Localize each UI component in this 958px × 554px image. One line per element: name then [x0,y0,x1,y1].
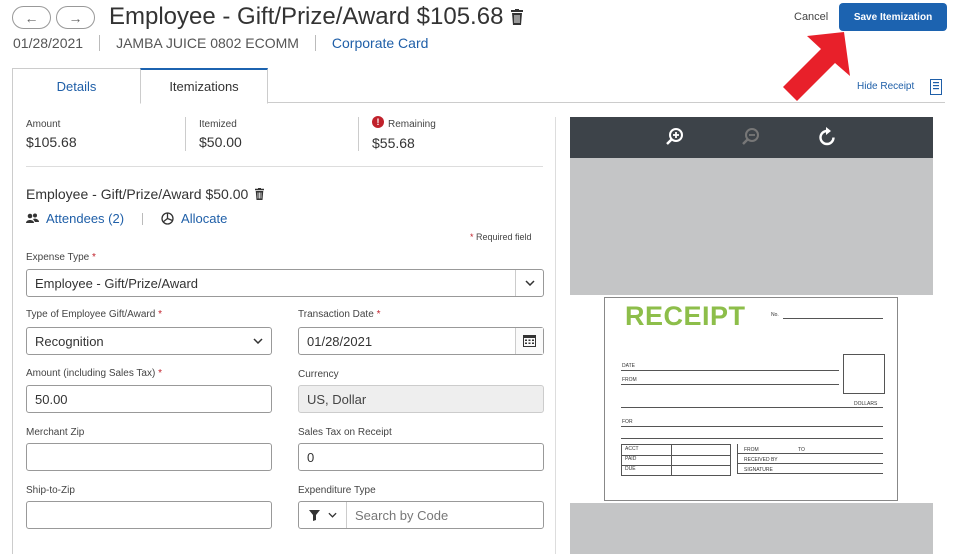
amount-input-label: Amount (including Sales Tax) * [26,368,163,379]
currency-label: Currency [298,369,339,380]
divider [142,212,144,225]
payment-type-link[interactable]: Corporate Card [332,35,429,51]
receipt-line [738,453,883,454]
receipt-acct-label: ACCT [625,446,639,452]
hide-receipt-link[interactable]: Hide Receipt [857,81,914,92]
remaining-value: $55.68 [372,135,415,151]
receipt-icon[interactable] [930,79,942,98]
remaining-label: Remaining [388,119,436,130]
tab-itemizations[interactable]: Itemizations [140,68,268,104]
itemized-label: Itemized [199,119,237,130]
merchant-name: JAMBA JUICE 0802 ECOMM [116,35,299,51]
merchant-zip-input[interactable] [26,443,272,471]
itemization-actions: Attendees (2) Allocate [26,211,227,226]
receipt-due-label: DUE [625,466,636,472]
transaction-date-label: Transaction Date * [298,309,381,320]
sales-tax-label: Sales Tax on Receipt [298,427,392,438]
receipt-line [621,465,731,466]
transaction-date: 01/28/2021 [13,35,84,51]
back-button[interactable]: ← [12,6,51,29]
arrow-left-icon: ← [24,9,39,26]
expense-subline: 01/28/2021 JAMBA JUICE 0802 ECOMM Corpor… [13,35,428,51]
red-arrow-annotation [783,32,850,101]
page-title: Employee - Gift/Prize/Award $105.68 [109,3,524,31]
receipt-line [621,426,883,427]
expense-type-label: Expense Type * [26,252,96,263]
transaction-date-input[interactable]: 01/28/2021 [298,327,544,355]
allocate-link[interactable]: Allocate [181,211,227,226]
panel-divider [555,117,556,554]
amount-label: Amount [26,119,61,130]
chevron-down-icon [327,512,337,518]
pie-chart-icon [161,212,174,225]
amount-value: $105.68 [26,134,77,150]
save-itemization-button[interactable]: Save Itemization [839,3,947,31]
receipt-image: RECEIPT No. DATE FROM DOLLARS FOR ACCT P… [604,297,898,501]
sales-tax-input[interactable]: 0 [298,443,544,471]
content-frame-border [12,102,13,554]
expense-type-select[interactable]: Employee - Gift/Prize/Award [26,269,544,297]
filter-icon [308,509,320,521]
trash-icon[interactable] [255,188,265,200]
receipt-line [783,318,883,319]
expenditure-type-label: Expenditure Type [298,485,376,496]
arrow-right-icon: → [68,9,83,26]
alert-icon: ! [372,116,384,128]
itemized-value: $50.00 [199,134,242,150]
receipt-date-label: DATE [622,363,635,369]
cancel-button[interactable]: Cancel [794,11,828,23]
people-icon [26,213,39,224]
search-by-code-placeholder: Search by Code [355,507,449,523]
receipt-line [671,444,672,476]
trash-icon[interactable] [511,9,524,25]
merchant-zip-label: Merchant Zip [26,427,85,438]
filter-dropdown[interactable] [299,502,347,528]
receipt-paid-label: PAID [625,456,637,462]
receipt-no-label: No. [771,312,779,318]
ship-to-zip-label: Ship-to-Zip [26,485,75,496]
gift-type-label: Type of Employee Gift/Award * [26,309,163,320]
summary-divider [358,117,359,151]
receipt-line [621,407,883,408]
divider [314,35,316,51]
expenditure-type-search[interactable]: Search by Code [298,501,544,529]
rotate-icon[interactable] [818,127,836,150]
amount-input[interactable]: 50.00 [26,385,272,413]
divider [99,35,101,51]
chevron-down-icon [253,328,263,354]
zoom-out-icon[interactable] [741,127,761,150]
receipt-from-label: FROM [622,377,637,383]
chevron-down-icon [515,270,543,296]
summary-separator [26,166,543,167]
receipt-line [621,384,839,385]
itemization-title: Employee - Gift/Prize/Award $50.00 [26,186,265,202]
receipt-line [621,455,731,456]
required-field-note: * Required field [470,232,532,242]
receipt-for-label: FOR [622,419,633,425]
zoom-in-icon[interactable] [665,127,685,150]
attendees-link[interactable]: Attendees (2) [46,211,124,226]
receipt-line [621,438,883,439]
receipt-line [737,444,738,474]
calendar-icon[interactable] [515,328,543,354]
summary-divider [185,117,186,151]
receipt-line [738,473,883,474]
currency-field: US, Dollar [298,385,544,413]
receipt-line [621,370,839,371]
receipt-line [738,463,883,464]
receipt-stamp-box [843,354,885,394]
tab-details[interactable]: Details [12,68,141,103]
ship-to-zip-input[interactable] [26,501,272,529]
gift-type-select[interactable]: Recognition [26,327,272,355]
receipt-title: RECEIPT [625,301,746,331]
forward-button[interactable]: → [56,6,95,29]
